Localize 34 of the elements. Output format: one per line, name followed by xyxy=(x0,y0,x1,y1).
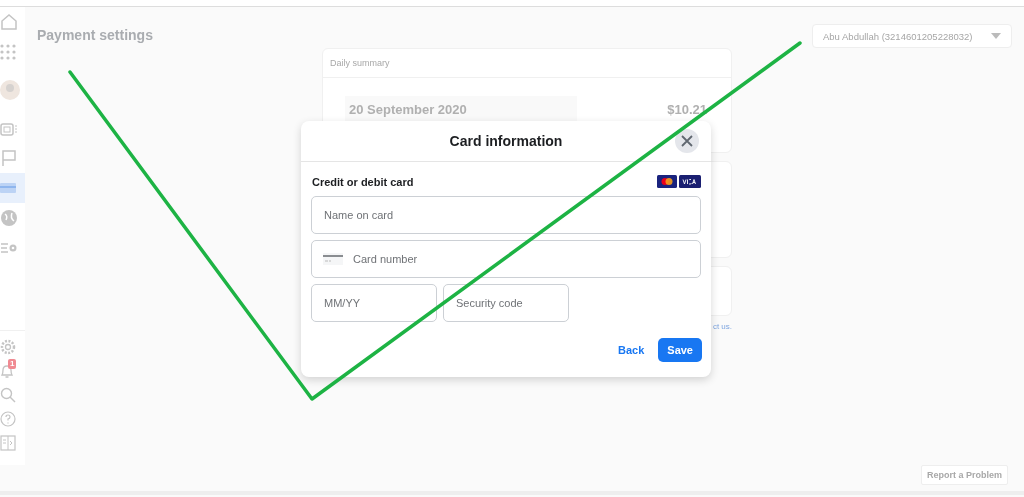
home-icon xyxy=(0,13,18,31)
name-field[interactable]: Name on card xyxy=(311,196,701,234)
flag-icon xyxy=(0,149,18,167)
bell-icon xyxy=(0,363,14,379)
mastercard-logo-icon xyxy=(657,175,677,188)
search-icon xyxy=(0,387,16,403)
avatar-icon xyxy=(0,80,20,100)
back-button[interactable]: Back xyxy=(616,338,647,362)
expiry-field[interactable]: MM/YY xyxy=(311,284,437,322)
summary-date: 20 September 2020 xyxy=(345,95,577,123)
contact-link[interactable]: ct us. xyxy=(712,322,732,331)
dialog-title: Card information xyxy=(449,133,563,149)
close-icon xyxy=(681,135,693,147)
panel-icon xyxy=(0,435,16,451)
help-icon xyxy=(0,411,16,427)
visa-logo-icon xyxy=(679,175,701,188)
section-label: Credit or debit card xyxy=(312,175,414,188)
sidebar-item[interactable] xyxy=(0,173,25,203)
credit-card-icon xyxy=(0,182,16,194)
security-code-field[interactable]: Security code xyxy=(443,284,569,322)
briefcase-icon xyxy=(0,120,18,136)
grid-icon xyxy=(0,44,16,60)
card-icon xyxy=(323,252,343,266)
sidebar-item[interactable]: 1 xyxy=(0,359,25,383)
account-dropdown[interactable]: Abu Abdullah (3214601205228032) xyxy=(812,24,1012,48)
notification-badge: 1 xyxy=(8,359,17,369)
card-title: Daily summary xyxy=(323,49,731,78)
report-problem-button[interactable]: Report a Problem xyxy=(921,465,1008,485)
page-title: Payment settings xyxy=(37,27,153,43)
settings-icon xyxy=(0,339,16,355)
save-button[interactable]: Save xyxy=(658,338,702,362)
card-number-field[interactable]: Card number xyxy=(311,240,701,278)
caret-icon xyxy=(991,33,1001,39)
close-button[interactable] xyxy=(675,129,699,153)
